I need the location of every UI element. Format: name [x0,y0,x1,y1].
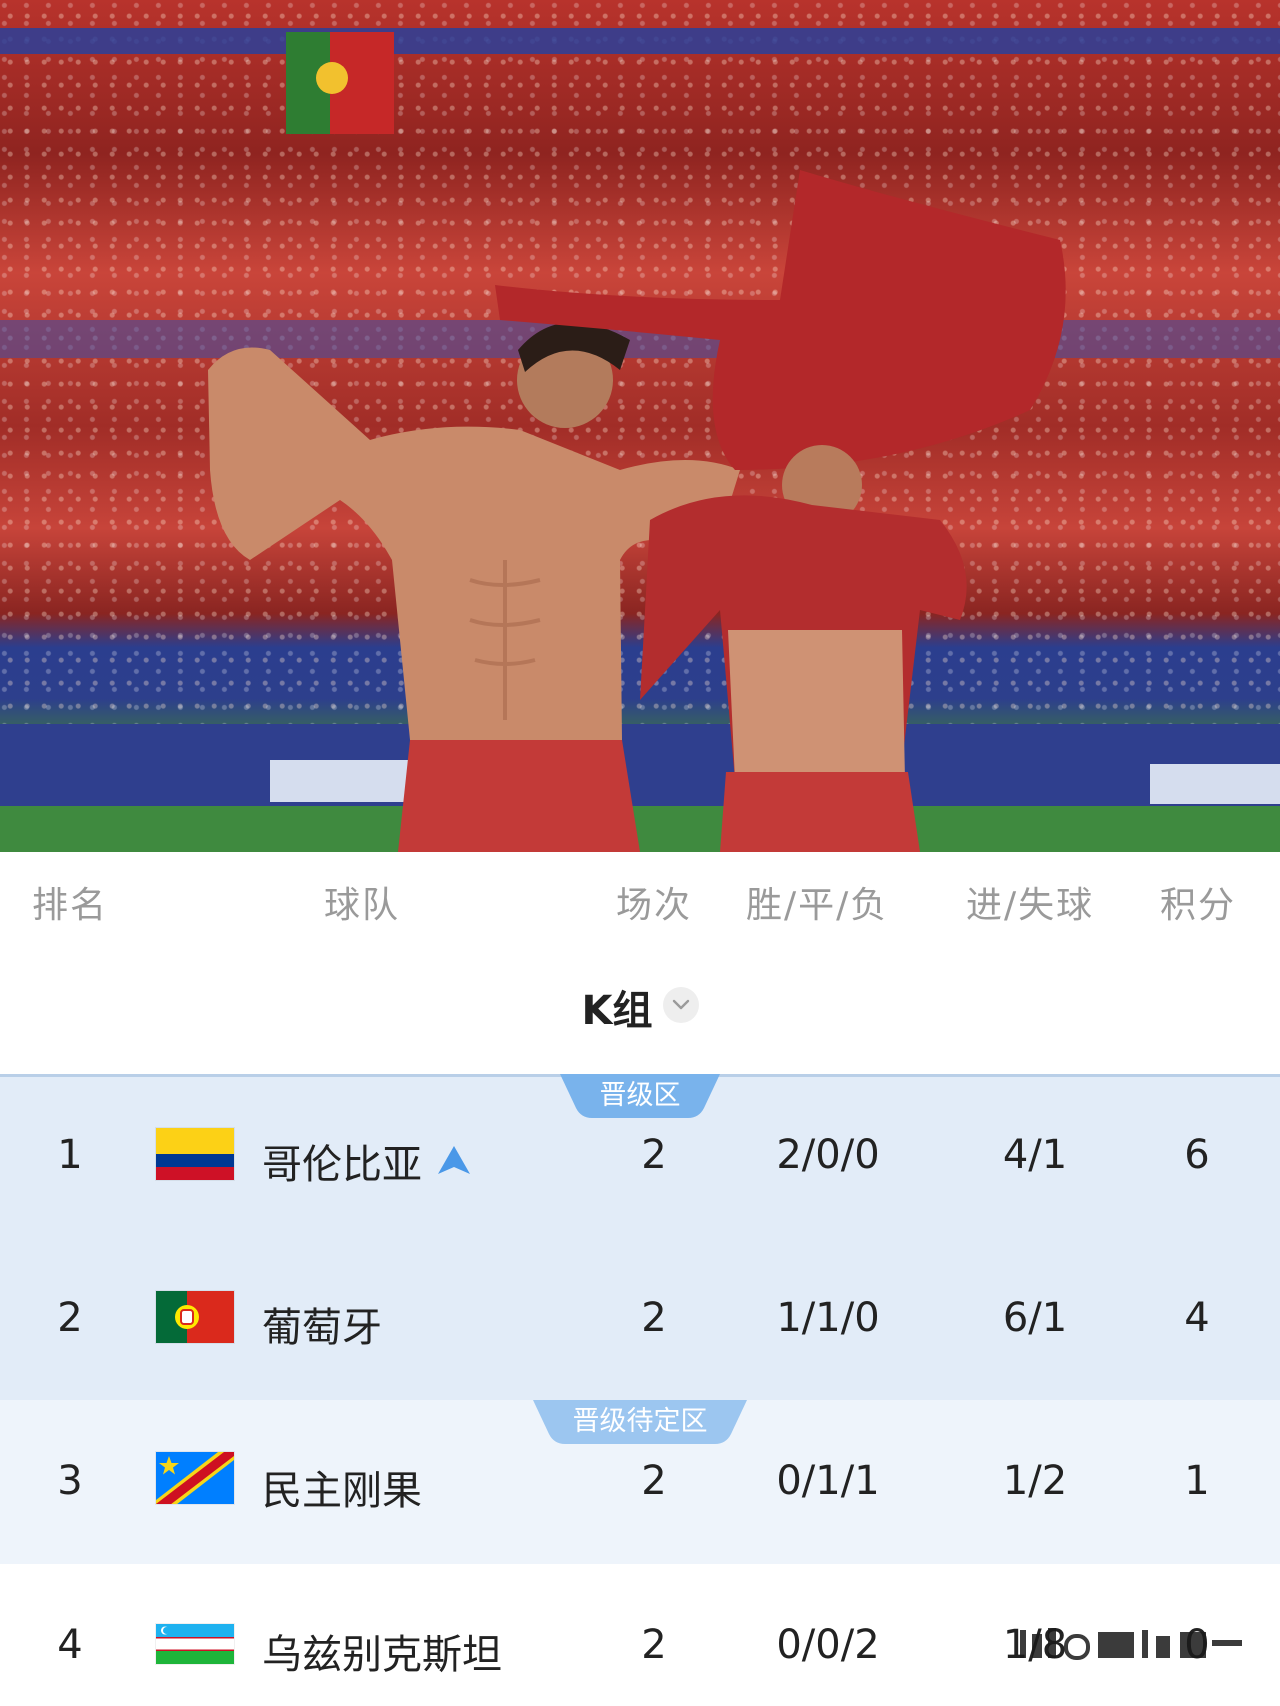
team-played: 2 [641,1295,667,1341]
team-goals: 1/2 [1002,1458,1068,1504]
team-rank: 4 [57,1622,83,1668]
team-rank: 3 [57,1458,83,1504]
dr-congo-flag [156,1452,234,1504]
chevron-down-icon[interactable] [662,987,699,1023]
team-wdl: 2/0/0 [776,1132,880,1178]
team-goals: 6/1 [1002,1295,1068,1341]
colombia-flag [156,1128,234,1180]
team-points: 4 [1184,1295,1210,1341]
team-points: 1 [1184,1458,1210,1504]
team-wdl: 0/0/2 [776,1622,880,1668]
portugal-flag [156,1291,234,1343]
watermark [1012,1620,1252,1666]
team-played: 2 [641,1458,667,1504]
team-played: 2 [641,1132,667,1178]
team-name[interactable]: 民主刚果 [262,1458,422,1516]
table-row[interactable]: 3 民主刚果 2 0/1/1 1/2 1 [0,1400,1280,1563]
photo-illustration [0,28,1280,852]
header-rank: 排名 [32,885,109,926]
match-photo [0,0,1280,852]
team-name[interactable]: 葡萄牙 [262,1295,382,1353]
team-goals: 4/1 [1002,1132,1068,1178]
header-points: 积分 [1160,885,1237,926]
group-selector[interactable]: K组 [0,978,1280,1040]
group-title[interactable]: K组 [582,988,653,1034]
standings-header: 排名 球队 场次 胜/平/负 进/失球 积分 [0,852,1280,946]
team-played: 2 [641,1622,667,1668]
up-arrow-icon [436,1140,472,1186]
team-rank: 1 [57,1132,83,1178]
header-team: 球队 [324,885,401,926]
table-row[interactable]: 1 哥伦比亚 2 2/0/0 4/1 6 [0,1074,1280,1237]
header-goals: 进/失球 [966,885,1095,926]
header-wdl: 胜/平/负 [746,885,889,926]
team-name[interactable]: 哥伦比亚 [262,1132,472,1190]
team-rank: 2 [57,1295,83,1341]
uzbekistan-flag [156,1624,234,1664]
team-wdl: 1/1/0 [776,1295,880,1341]
team-points: 6 [1184,1132,1210,1178]
header-played: 场次 [616,885,693,926]
team-wdl: 0/1/1 [776,1458,880,1504]
table-row[interactable]: 2 葡萄牙 2 1/1/0 6/1 4 [0,1237,1280,1400]
team-name[interactable]: 乌兹别克斯坦 [262,1622,502,1680]
